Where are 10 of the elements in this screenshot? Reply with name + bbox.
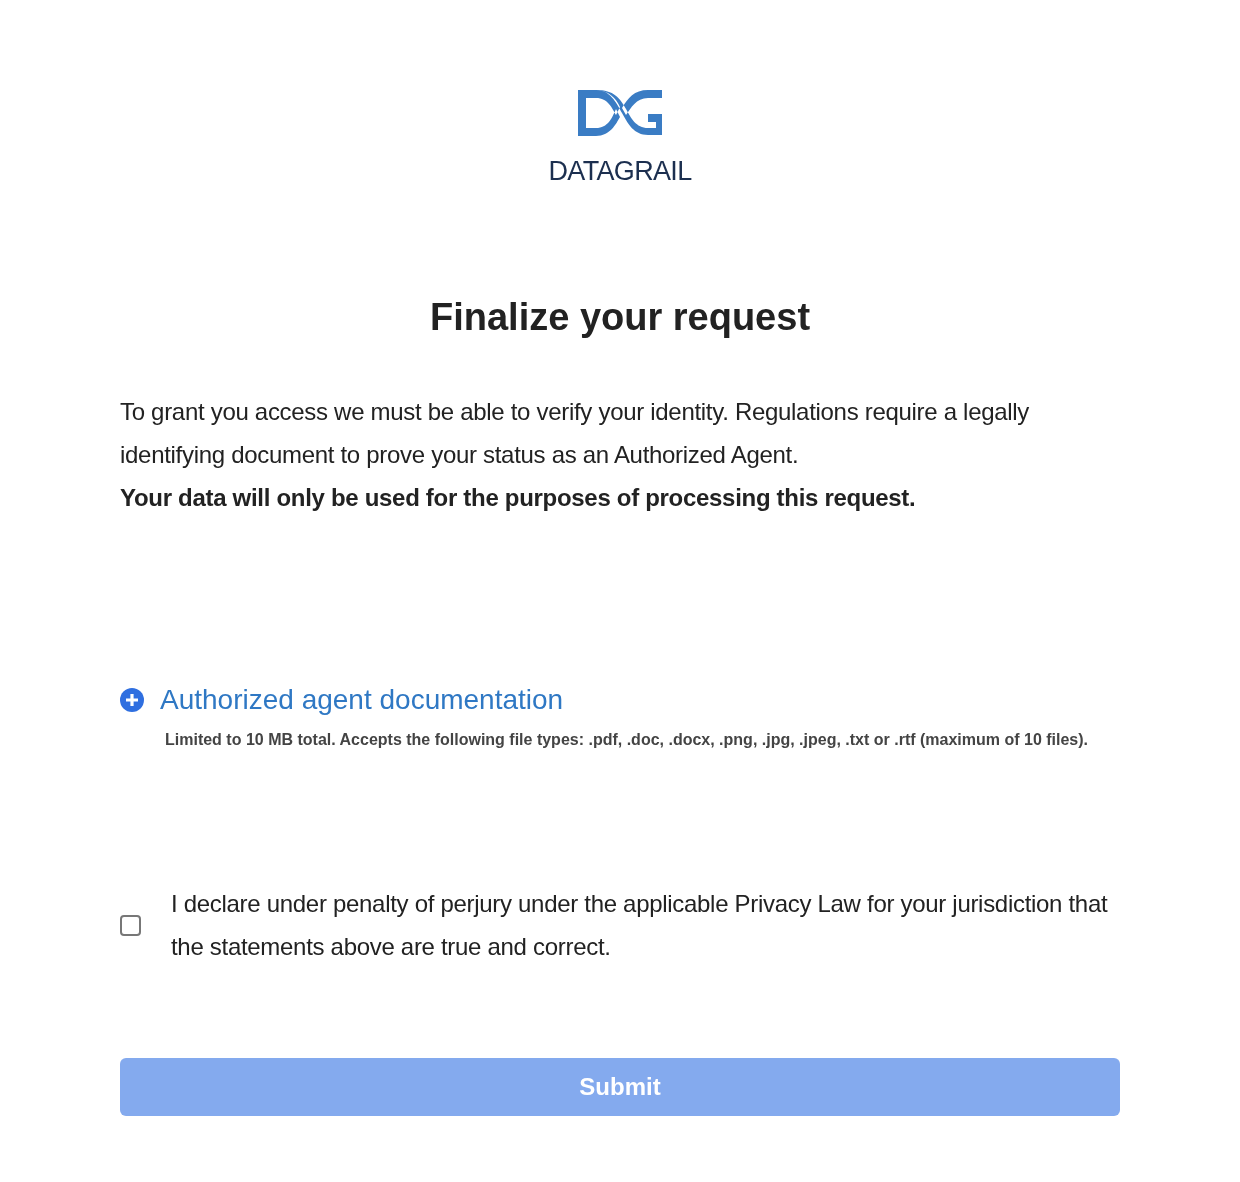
logo-icon xyxy=(576,88,664,138)
privacy-notice: Your data will only be used for the purposes of processing this request. xyxy=(120,483,917,513)
add-icon[interactable] xyxy=(120,688,144,712)
page-title: Finalize your request xyxy=(429,295,811,340)
upload-link[interactable]: Authorized agent documentation xyxy=(160,679,564,721)
declaration-text: I declare under penalty of perjury under the applicable Privacy Law for your jurisdiction that the statements above are true and correct. xyxy=(171,889,1109,962)
declaration-checkbox[interactable] xyxy=(120,914,141,936)
intro-text: To grant you access we must be able to verify your identity. Regulations require a legally identifying document to prove your status as an Authorized Agent. xyxy=(120,397,1031,470)
logo-wordmark: DATAGRAIL xyxy=(548,158,692,185)
upload-hint: Limited to 10 MB total. Accepts the following file types: .pdf, .doc, .docx, .png, .jpg, .jpeg, .txt or .rtf (maximum of 10 files). xyxy=(165,730,1090,750)
